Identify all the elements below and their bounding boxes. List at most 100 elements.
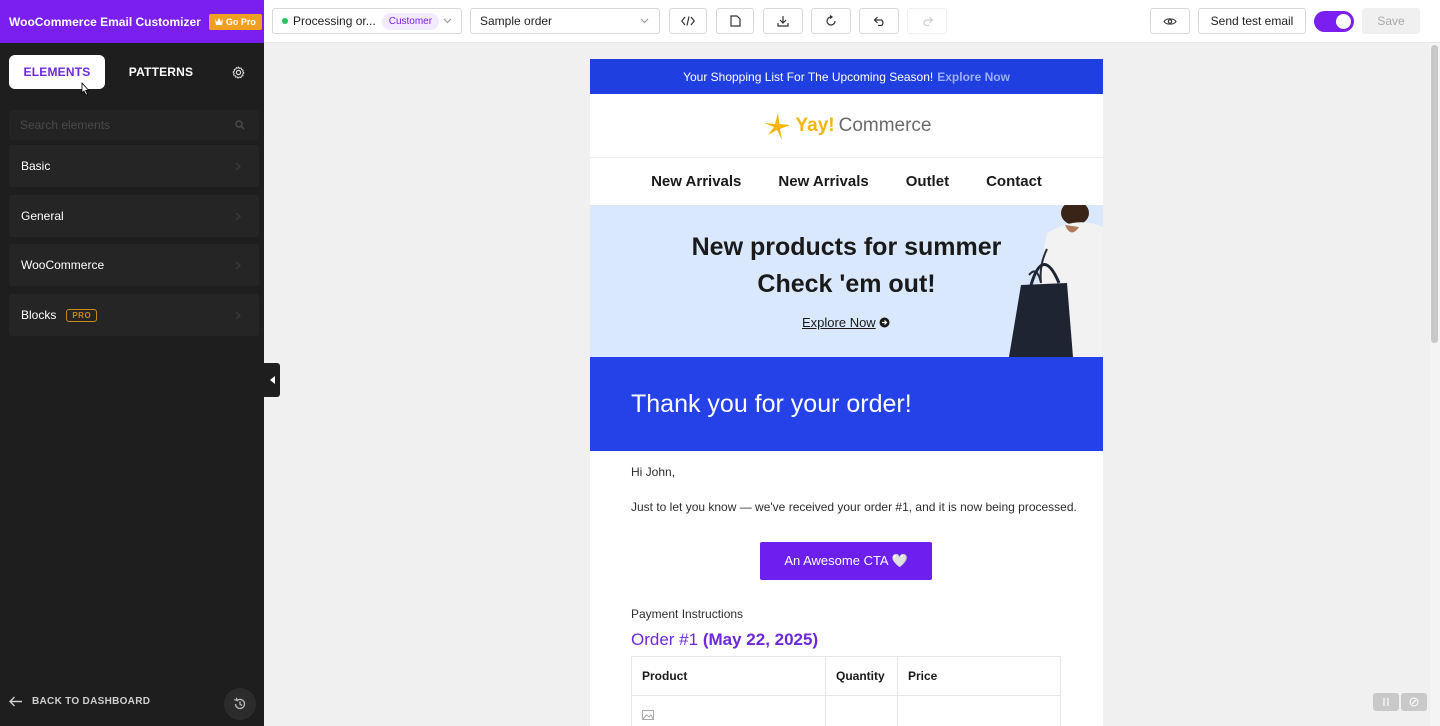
chevron-down-icon [443, 18, 452, 24]
sidebar: ELEMENTS PATTERNS Basic General WooComme… [0, 43, 264, 726]
code-view-button[interactable] [669, 8, 707, 34]
email-logo[interactable]: Yay! Commerce [590, 94, 1103, 158]
eye-icon [1163, 17, 1177, 25]
search-box [9, 110, 259, 140]
order-select-value: Sample order [480, 14, 553, 28]
price-cell [897, 695, 1061, 726]
hero-link-label: Explore Now [802, 315, 876, 330]
nav-link[interactable]: Outlet [906, 173, 949, 190]
send-test-email-button[interactable]: Send test email [1198, 8, 1306, 34]
nav-link[interactable]: Contact [986, 173, 1042, 190]
greeting-text[interactable]: Hi John, [631, 465, 675, 479]
category-label: General [21, 209, 64, 223]
caret-left-icon [269, 376, 275, 384]
arrow-left-icon [9, 696, 22, 707]
hero-banner[interactable]: New products for summer Check 'em out! E… [590, 205, 1103, 357]
email-nav: New Arrivals New Arrivals Outlet Contact [590, 158, 1103, 205]
chevron-right-icon [235, 311, 241, 319]
back-to-dashboard-link[interactable]: BACK TO DASHBOARD [9, 696, 150, 707]
product-cell [631, 695, 826, 726]
gear-icon [231, 65, 245, 79]
star-logo-icon [763, 112, 790, 140]
edit-icon [1409, 697, 1419, 707]
code-icon [681, 16, 695, 26]
order-number: Order #1 [631, 630, 699, 649]
collapse-sidebar-button[interactable] [264, 363, 280, 397]
order-date: (May 22, 2025) [702, 630, 819, 649]
category-basic[interactable]: Basic [9, 145, 259, 187]
brand-bar: WooCommerce Email Customizer Go Pro [0, 0, 264, 43]
logo-primary-text: Yay! [795, 114, 835, 136]
category-blocks[interactable]: Blocks PRO [9, 294, 259, 336]
toolbar: Processing or... Customer Sample order S… [264, 0, 1440, 43]
status-text: Processing or... [293, 14, 376, 28]
template-button[interactable] [716, 8, 754, 34]
thanks-heading[interactable]: Thank you for your order! [590, 357, 1103, 451]
search-input[interactable] [20, 118, 210, 132]
undo-icon [873, 16, 884, 26]
category-label: Basic [21, 159, 51, 173]
redo-button[interactable] [907, 8, 947, 34]
model-with-bag-image [1007, 205, 1103, 357]
history-icon [234, 697, 246, 710]
column-header-product: Product [631, 656, 826, 696]
announcement-text: Your Shopping List For The Upcoming Seas… [683, 69, 934, 84]
mini-button-2[interactable] [1401, 693, 1427, 711]
announcement-link[interactable]: Explore Now [937, 70, 1010, 84]
canvas-scrollbar[interactable] [1430, 43, 1440, 726]
save-button[interactable]: Save [1362, 8, 1420, 34]
undo-button[interactable] [859, 8, 899, 34]
chevron-down-icon [640, 18, 649, 24]
order-select[interactable]: Sample order [470, 8, 660, 34]
scrollbar-thumb[interactable] [1431, 45, 1438, 343]
email-status-select[interactable]: Processing or... Customer [272, 8, 462, 34]
column-header-price: Price [897, 656, 1061, 696]
chevron-right-icon [235, 261, 241, 269]
crown-icon [214, 18, 223, 25]
back-label: BACK TO DASHBOARD [32, 696, 151, 707]
logo-secondary-text: Commerce [838, 114, 932, 136]
preview-button[interactable] [1150, 8, 1190, 34]
hero-explore-link[interactable]: Explore Now [802, 315, 890, 330]
sidebar-tabs: ELEMENTS PATTERNS [9, 55, 259, 89]
cta-button[interactable]: An Awesome CTA 🤍 [760, 542, 932, 580]
payment-instructions[interactable]: Payment Instructions [631, 607, 743, 621]
order-table[interactable]: Product Quantity Price [631, 656, 1061, 726]
history-button[interactable] [224, 688, 256, 720]
reset-button[interactable] [811, 8, 851, 34]
order-title[interactable]: Order #1 (May 22, 2025) [631, 630, 818, 650]
nav-link[interactable]: New Arrivals [651, 173, 741, 190]
file-icon [729, 15, 741, 27]
category-label: WooCommerce [21, 258, 105, 272]
category-woocommerce[interactable]: WooCommerce [9, 244, 259, 286]
nav-link[interactable]: New Arrivals [778, 173, 868, 190]
column-header-quantity: Quantity [825, 656, 898, 696]
tab-elements[interactable]: ELEMENTS [9, 55, 105, 89]
category-general[interactable]: General [9, 195, 259, 237]
pro-badge: PRO [66, 308, 98, 322]
email-preview: Your Shopping List For The Upcoming Seas… [590, 59, 1103, 726]
tab-patterns[interactable]: PATTERNS [105, 55, 217, 89]
go-pro-button[interactable]: Go Pro [208, 13, 262, 30]
arrow-circle-icon [879, 317, 890, 328]
table-header-row: Product Quantity Price [631, 656, 1061, 696]
announcement-bar[interactable]: Your Shopping List For The Upcoming Seas… [590, 59, 1103, 94]
refresh-icon [826, 15, 836, 26]
download-icon [777, 16, 789, 27]
status-dot [282, 18, 288, 24]
quantity-cell [825, 695, 898, 726]
role-chip: Customer [381, 12, 440, 30]
go-pro-label: Go Pro [225, 16, 256, 27]
chevron-right-icon [235, 162, 241, 170]
columns-icon [1383, 698, 1389, 706]
search-icon [235, 120, 245, 130]
category-label: Blocks [21, 308, 57, 322]
download-button[interactable] [763, 8, 803, 34]
email-enabled-toggle[interactable] [1314, 11, 1354, 32]
settings-button[interactable] [223, 55, 253, 89]
toggle-knob [1336, 14, 1351, 29]
mouse-pointer-icon [81, 82, 90, 96]
order-message-text[interactable]: Just to let you know — we've received yo… [631, 500, 1077, 514]
mini-button-1[interactable] [1373, 693, 1399, 711]
chevron-right-icon [235, 212, 241, 220]
